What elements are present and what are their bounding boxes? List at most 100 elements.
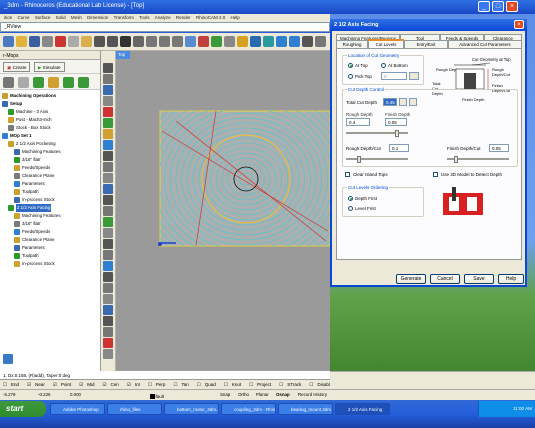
- save-icon[interactable]: [29, 36, 40, 47]
- draw-tool-icon[interactable]: [103, 140, 113, 150]
- total-cut-depth-input[interactable]: 0.45: [383, 98, 397, 106]
- pick-top-input[interactable]: 0: [381, 72, 407, 80]
- tab-entry-exit[interactable]: Entry/Exit: [404, 40, 448, 48]
- tree-item[interactable]: Machine - 3 Axis: [0, 108, 100, 116]
- task-facing-dialog[interactable]: 2 1/2 Axis Facing: [335, 403, 390, 415]
- pick-top-radio[interactable]: [348, 74, 353, 79]
- tree-item[interactable]: 3/16" flat/: [0, 156, 100, 164]
- tree-item[interactable]: Post - Mach3-Inch: [0, 116, 100, 124]
- osnap-knot[interactable]: ☐ Knot: [224, 382, 245, 387]
- osnap-checkbox[interactable]: ☑: [27, 382, 31, 387]
- osnap-disable[interactable]: ☐ Disable: [309, 382, 330, 387]
- menu-item[interactable]: Transform: [114, 15, 134, 20]
- draw-tool-icon[interactable]: [103, 239, 113, 249]
- tree-item[interactable]: 2 1/2 Axis Pocketing: [0, 140, 100, 148]
- properties-icon[interactable]: [224, 36, 235, 47]
- create-button[interactable]: ▣ Create: [3, 62, 31, 72]
- osnap-int[interactable]: ☑ Int: [127, 382, 144, 387]
- generate-button[interactable]: Generate: [396, 274, 426, 284]
- task-bottom-motor[interactable]: bottom_motor_3dm...: [164, 403, 219, 415]
- tree-item[interactable]: Machining Operations: [0, 92, 100, 100]
- menu-item[interactable]: Dimension: [87, 15, 108, 20]
- tree-item[interactable]: Parameters: [0, 180, 100, 188]
- osnap-checkbox[interactable]: ☑: [79, 382, 83, 387]
- stock-icon[interactable]: [63, 77, 74, 88]
- tree-item[interactable]: Stock - Box Stock: [0, 124, 100, 132]
- redo-icon[interactable]: [107, 36, 118, 47]
- draw-tool-icon[interactable]: [103, 107, 113, 117]
- tree-item[interactable]: Machining Features: [0, 212, 100, 220]
- depth-split-slider-thumb[interactable]: [395, 130, 399, 137]
- draw-tool-icon[interactable]: [103, 85, 113, 95]
- osnap-checkbox[interactable]: ☐: [148, 382, 152, 387]
- osnap-point[interactable]: ☑ Point: [53, 382, 75, 387]
- gear-icon[interactable]: [3, 77, 14, 88]
- tool-icon[interactable]: [78, 77, 89, 88]
- draw-tool-icon[interactable]: [103, 129, 113, 139]
- tree-item[interactable]: Setup: [0, 100, 100, 108]
- osnap-perp[interactable]: ☐ Perp: [148, 382, 170, 387]
- paste-icon[interactable]: [81, 36, 92, 47]
- use-3d-model-checkbox[interactable]: [433, 172, 438, 177]
- light-bulb-icon[interactable]: [237, 36, 248, 47]
- menu-item[interactable]: Render: [176, 15, 191, 20]
- help-button[interactable]: Help: [498, 274, 524, 284]
- draw-tool-icon[interactable]: [103, 173, 113, 183]
- draw-tool-icon[interactable]: [103, 305, 113, 315]
- osnap-checkbox[interactable]: ☐: [173, 382, 177, 387]
- options-icon[interactable]: [18, 77, 29, 88]
- osnap-checkbox[interactable]: ☑: [103, 382, 107, 387]
- tab-roughing[interactable]: Roughing: [336, 40, 368, 48]
- osnap-checkbox[interactable]: ☑: [127, 382, 131, 387]
- task-photoshop[interactable]: Adobe Photoshop: [50, 403, 105, 415]
- osnap-checkbox[interactable]: ☐: [309, 382, 313, 387]
- osnap-checkbox[interactable]: ☑: [53, 382, 57, 387]
- undo-icon[interactable]: [94, 36, 105, 47]
- task-bearing-mount[interactable]: bearing_mount 3dm - ...: [278, 403, 333, 415]
- draw-tool-icon[interactable]: [103, 261, 113, 271]
- osnap-checkbox[interactable]: ☐: [224, 382, 228, 387]
- menu-item[interactable]: Solid: [56, 15, 66, 20]
- material-icon[interactable]: [263, 36, 274, 47]
- osnap-near[interactable]: ☑ Near: [27, 382, 49, 387]
- osnap-mid[interactable]: ☑ Mid: [79, 382, 98, 387]
- top-viewport[interactable]: Top: [116, 51, 330, 371]
- total-cut-depth-spin[interactable]: [399, 98, 407, 106]
- menu-item[interactable]: RhinoCAM 2.0: [196, 15, 225, 20]
- tree-item[interactable]: In-process Stock: [0, 196, 100, 204]
- status-record-history[interactable]: Record History: [298, 392, 327, 397]
- draw-tool-icon[interactable]: [103, 118, 113, 128]
- finish-depth-cut-slider-thumb[interactable]: [454, 156, 458, 163]
- finish-depth-input[interactable]: 0.05: [385, 118, 407, 126]
- draw-tool-icon[interactable]: [103, 316, 113, 326]
- cancel-button[interactable]: Cancel: [430, 274, 460, 284]
- status-snap[interactable]: Snap: [220, 392, 230, 397]
- zoom-window-icon[interactable]: [159, 36, 170, 47]
- depth-first-radio[interactable]: [348, 196, 353, 201]
- car-icon[interactable]: [198, 36, 209, 47]
- menu-item[interactable]: Curve: [18, 15, 30, 20]
- menu-item[interactable]: Surface: [35, 15, 51, 20]
- tree-item[interactable]: In-process Stock: [0, 260, 100, 268]
- viewport-layout-icon[interactable]: [185, 36, 196, 47]
- rough-depth-input[interactable]: 0.4: [346, 118, 370, 126]
- simulate-button[interactable]: ▶ Simulate: [33, 62, 65, 72]
- open-folder-icon[interactable]: [16, 36, 27, 47]
- osnap-checkbox[interactable]: ☐: [3, 382, 7, 387]
- tab-cut-levels[interactable]: Cut Levels: [368, 39, 404, 48]
- tree-item[interactable]: Parameters: [0, 244, 100, 252]
- pick-top-button[interactable]: [409, 72, 419, 80]
- status-ortho[interactable]: Ortho: [238, 392, 249, 397]
- at-top-radio[interactable]: [348, 63, 353, 68]
- tree-item[interactable]: Clearance Plane: [0, 172, 100, 180]
- tree-item[interactable]: 3/16" flat/: [0, 220, 100, 228]
- zoom-extents-icon[interactable]: [172, 36, 183, 47]
- draw-tool-icon[interactable]: [103, 228, 113, 238]
- zoom-icon[interactable]: [146, 36, 157, 47]
- tree-item[interactable]: Clearance Plane: [0, 236, 100, 244]
- command-input[interactable]: _RView: [0, 22, 330, 32]
- task-coupling[interactable]: coupling_3dm - Rhino...: [221, 403, 276, 415]
- osnap-strack[interactable]: ☐ STrack: [279, 382, 305, 387]
- osnap-checkbox[interactable]: ☐: [197, 382, 201, 387]
- print-icon[interactable]: [42, 36, 53, 47]
